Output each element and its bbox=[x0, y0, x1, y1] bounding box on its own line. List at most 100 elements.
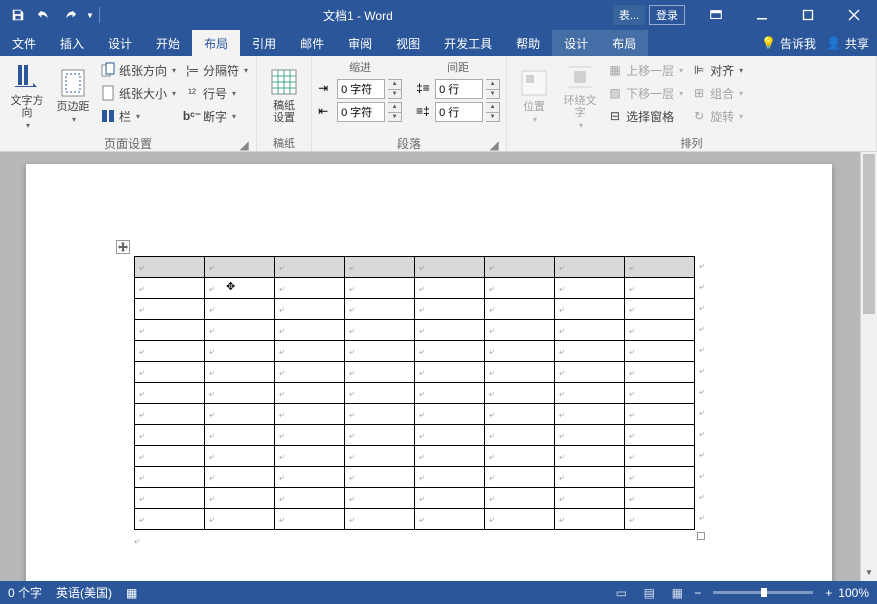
table-cell[interactable]: ⤶ bbox=[485, 446, 555, 467]
hyphenation-button[interactable]: bᶜ⁻断字▾ bbox=[182, 105, 250, 127]
tab-home[interactable]: 开始 bbox=[144, 30, 192, 56]
table-cell[interactable]: ⤶ bbox=[205, 320, 275, 341]
selection-pane-button[interactable]: ⊟选择窗格 bbox=[605, 105, 685, 127]
table-cell[interactable]: ⤶ bbox=[485, 299, 555, 320]
indent-left-spinner[interactable]: ⇥▲▼ bbox=[318, 78, 402, 100]
maximize-button[interactable] bbox=[785, 0, 831, 30]
table-cell[interactable]: ⤶ bbox=[205, 425, 275, 446]
table-cell[interactable]: ⤶ bbox=[275, 404, 345, 425]
table-cell[interactable]: ⤶⤶ bbox=[625, 278, 695, 299]
share-button[interactable]: 👤共享 bbox=[826, 35, 869, 52]
align-button[interactable]: ⊫对齐▾ bbox=[689, 59, 745, 81]
table-cell[interactable]: ⤶ bbox=[485, 404, 555, 425]
table-cell[interactable]: ⤶⤶ bbox=[625, 425, 695, 446]
macro-status-icon[interactable]: ▦ bbox=[126, 586, 137, 600]
table-cell[interactable]: ⤶ bbox=[275, 425, 345, 446]
table-cell[interactable]: ⤶ bbox=[275, 362, 345, 383]
table-cell[interactable]: ⤶ bbox=[205, 257, 275, 278]
table-cell[interactable]: ⤶ bbox=[555, 404, 625, 425]
table-row[interactable]: ⤶⤶⤶⤶⤶⤶⤶⤶⤶ bbox=[135, 425, 695, 446]
ribbon-options-button[interactable] bbox=[693, 0, 739, 30]
tab-design[interactable]: 设计 bbox=[96, 30, 144, 56]
table-cell[interactable]: ⤶ bbox=[135, 383, 205, 404]
table-cell[interactable]: ⤶ bbox=[135, 467, 205, 488]
orientation-button[interactable]: 纸张方向▾ bbox=[98, 59, 178, 81]
table-cell[interactable]: ⤶ bbox=[555, 257, 625, 278]
table-cell[interactable]: ⤶ bbox=[415, 341, 485, 362]
table-row[interactable]: ⤶⤶⤶⤶⤶⤶⤶⤶⤶ bbox=[135, 509, 695, 530]
table-cell[interactable]: ⤶ bbox=[135, 362, 205, 383]
table-move-handle[interactable] bbox=[116, 240, 130, 254]
table-cell[interactable]: ⤶ bbox=[555, 446, 625, 467]
table-cell[interactable]: ⤶ bbox=[345, 446, 415, 467]
table-cell[interactable]: ⤶ bbox=[415, 488, 485, 509]
page[interactable]: ⤶⤶⤶⤶⤶⤶⤶⤶⤶⤶⤶⤶⤶⤶⤶⤶⤶⤶⤶⤶⤶⤶⤶⤶⤶⤶⤶⤶⤶⤶⤶⤶⤶⤶⤶⤶⤶⤶⤶⤶… bbox=[26, 164, 832, 581]
table-cell[interactable]: ⤶ bbox=[415, 362, 485, 383]
table-cell[interactable]: ⤶ bbox=[555, 383, 625, 404]
table-cell[interactable]: ⤶ bbox=[345, 425, 415, 446]
table-cell[interactable]: ⤶ bbox=[275, 320, 345, 341]
table-cell[interactable]: ⤶ bbox=[205, 488, 275, 509]
table-cell[interactable]: ⤶ bbox=[135, 404, 205, 425]
tab-insert[interactable]: 插入 bbox=[48, 30, 96, 56]
space-before-spinner[interactable]: ‡≡▲▼ bbox=[416, 78, 500, 100]
breaks-button[interactable]: ¦═分隔符▾ bbox=[182, 59, 250, 81]
table-cell[interactable]: ⤶⤶ bbox=[625, 509, 695, 530]
table-cell[interactable]: ⤶⤶ bbox=[625, 257, 695, 278]
table-cell[interactable]: ⤶ bbox=[135, 278, 205, 299]
table-cell[interactable]: ⤶ bbox=[415, 509, 485, 530]
table-row[interactable]: ⤶⤶⤶⤶⤶⤶⤶⤶⤶ bbox=[135, 362, 695, 383]
table-resize-handle[interactable] bbox=[697, 532, 705, 540]
table-row[interactable]: ⤶⤶⤶⤶⤶⤶⤶⤶⤶ bbox=[135, 341, 695, 362]
table-cell[interactable]: ⤶ bbox=[135, 299, 205, 320]
qat-dropdown-icon[interactable]: ▼ bbox=[86, 11, 94, 20]
table-cell[interactable]: ⤶ bbox=[275, 299, 345, 320]
table-cell[interactable]: ⤶ bbox=[415, 383, 485, 404]
minimize-button[interactable] bbox=[739, 0, 785, 30]
language-status[interactable]: 英语(美国) bbox=[56, 584, 112, 601]
table-cell[interactable]: ⤶ bbox=[485, 257, 555, 278]
document-table[interactable]: ⤶⤶⤶⤶⤶⤶⤶⤶⤶⤶⤶⤶⤶⤶⤶⤶⤶⤶⤶⤶⤶⤶⤶⤶⤶⤶⤶⤶⤶⤶⤶⤶⤶⤶⤶⤶⤶⤶⤶⤶… bbox=[134, 256, 695, 530]
table-cell[interactable]: ⤶ bbox=[205, 446, 275, 467]
table-row[interactable]: ⤶⤶⤶⤶⤶⤶⤶⤶⤶ bbox=[135, 320, 695, 341]
table-cell[interactable]: ⤶⤶ bbox=[625, 362, 695, 383]
table-row[interactable]: ⤶⤶⤶⤶⤶⤶⤶⤶⤶ bbox=[135, 467, 695, 488]
space-before-input[interactable] bbox=[435, 79, 483, 99]
table-cell[interactable]: ⤶ bbox=[345, 383, 415, 404]
table-cell[interactable]: ⤶ bbox=[135, 425, 205, 446]
table-cell[interactable]: ⤶ bbox=[555, 278, 625, 299]
table-cell[interactable]: ⤶ bbox=[275, 257, 345, 278]
table-cell[interactable]: ⤶ bbox=[555, 488, 625, 509]
table-cell[interactable]: ⤶ bbox=[415, 257, 485, 278]
table-cell[interactable]: ⤶ bbox=[205, 467, 275, 488]
table-cell[interactable]: ⤶ bbox=[135, 341, 205, 362]
table-cell[interactable]: ⤶ bbox=[485, 278, 555, 299]
tab-references[interactable]: 引用 bbox=[240, 30, 288, 56]
paragraph-launcher[interactable]: ◢ bbox=[488, 138, 500, 150]
table-cell[interactable]: ⤶ bbox=[135, 320, 205, 341]
tab-layout[interactable]: 布局 bbox=[192, 30, 240, 56]
table-cell[interactable]: ⤶⤶ bbox=[625, 488, 695, 509]
table-cell[interactable]: ⤶ bbox=[345, 278, 415, 299]
tab-table-design[interactable]: 设计 bbox=[552, 30, 600, 56]
table-cell[interactable]: ⤶ bbox=[275, 488, 345, 509]
scroll-thumb[interactable] bbox=[863, 154, 875, 314]
table-row[interactable]: ⤶⤶⤶⤶⤶⤶⤶⤶⤶ bbox=[135, 299, 695, 320]
table-cell[interactable]: ⤶ bbox=[275, 446, 345, 467]
table-cell[interactable]: ⤶ bbox=[135, 488, 205, 509]
table-cell[interactable]: ⤶ bbox=[345, 299, 415, 320]
zoom-level[interactable]: 100% bbox=[838, 586, 869, 600]
tab-table-layout[interactable]: 布局 bbox=[600, 30, 648, 56]
word-count[interactable]: 0 个字 bbox=[8, 584, 42, 601]
table-cell[interactable]: ⤶ bbox=[415, 446, 485, 467]
table-cell[interactable]: ⤶⤶ bbox=[625, 341, 695, 362]
table-cell[interactable]: ⤶⤶ bbox=[625, 320, 695, 341]
table-cell[interactable]: ⤶ bbox=[555, 425, 625, 446]
tell-me-search[interactable]: 💡告诉我 bbox=[761, 35, 816, 52]
table-cell[interactable]: ⤶ bbox=[485, 509, 555, 530]
table-cell[interactable]: ⤶ bbox=[415, 425, 485, 446]
table-cell[interactable]: ⤶ bbox=[205, 383, 275, 404]
table-cell[interactable]: ⤶ bbox=[205, 299, 275, 320]
table-cell[interactable]: ⤶ bbox=[345, 341, 415, 362]
tab-view[interactable]: 视图 bbox=[384, 30, 432, 56]
